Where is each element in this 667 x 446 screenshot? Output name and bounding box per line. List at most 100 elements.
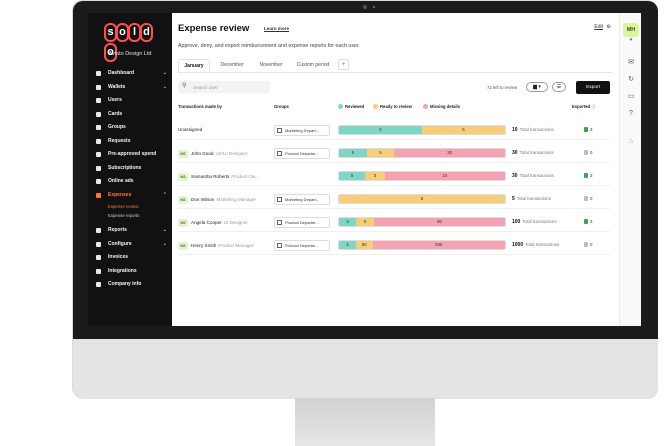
building-icon xyxy=(277,151,282,156)
exported-cell[interactable]: 0 xyxy=(584,150,592,156)
add-tab-button[interactable]: + xyxy=(338,59,349,70)
review-status-bar[interactable]: 4 50 946 xyxy=(338,240,506,250)
exported-cell[interactable]: 3 xyxy=(584,219,593,225)
sidebar-item-groups[interactable]: Groups xyxy=(88,121,172,135)
tab-custom-period[interactable]: Custom period xyxy=(292,59,334,72)
settings-sliders-icon[interactable]: ⚙ xyxy=(607,24,611,30)
export-file-icon xyxy=(584,127,588,133)
sidebar-item-users[interactable]: Users xyxy=(88,94,172,108)
group-chip[interactable]: Marketing Depart... xyxy=(274,194,330,205)
sidebar-item-wallets[interactable]: Wallets ⌄ xyxy=(88,81,172,95)
table-row[interactable]: NS Angela Cooper UI Designer Product Depart… xyxy=(178,212,610,232)
user-name: Henry Smith xyxy=(191,243,217,249)
sidebar-item-online-ads[interactable]: Online ads xyxy=(88,175,172,189)
table-row[interactable]: Unassigned Marketing Depart... 5 5 10 Total t… xyxy=(178,120,610,140)
user-initials-badge: NS xyxy=(178,173,188,181)
review-status-bar[interactable]: 5 xyxy=(338,194,506,204)
sidebar-item-cards[interactable]: Cards xyxy=(88,108,172,122)
sidebar-subitem-expense-reports[interactable]: Expense reports xyxy=(88,211,172,220)
sidebar-item-reports[interactable]: Reports ⌄ xyxy=(88,224,172,238)
export-file-icon xyxy=(584,196,588,202)
review-status-bar[interactable]: 5 5 90 xyxy=(338,217,506,227)
learn-more-link[interactable]: Learn more xyxy=(264,26,289,31)
sidebar-item-configure[interactable]: Configure ⌄ xyxy=(88,238,172,252)
table-header: Transactions made by Groups Reviewed Rea… xyxy=(178,102,610,111)
right-rail: MH ▾ ✉ ↻ ▭ ? ⌂ xyxy=(619,13,641,326)
user-name: John Good xyxy=(191,151,214,157)
info-icon[interactable]: ⓘ xyxy=(591,104,595,109)
exported-cell[interactable]: 3 xyxy=(584,127,592,133)
group-name: Marketing Depart... xyxy=(285,128,320,133)
sidebar-item-company-info[interactable]: Company info xyxy=(88,278,172,292)
filter-button[interactable]: ☰ xyxy=(552,82,566,92)
sidebar-item-pre-approved-spend[interactable]: Pre-approved spend xyxy=(88,148,172,162)
soldo-logo[interactable]: s o l do xyxy=(104,22,156,62)
sidebar-nav: Dashboard ⌄ Wallets ⌄ Users Cards Groups Reques… xyxy=(88,67,172,292)
table-row[interactable]: NS John Good UX/UI Designer Product Departm… xyxy=(178,143,610,163)
mail-icon[interactable]: ✉ xyxy=(620,58,641,66)
search-icon: ⚲ xyxy=(182,83,187,89)
refresh-icon[interactable]: ↻ xyxy=(620,75,641,83)
sidebar-item-integrations[interactable]: Integrations xyxy=(88,265,172,279)
configure-icon xyxy=(96,241,101,247)
exported-cell[interactable]: 0 xyxy=(584,242,592,248)
online-ads-icon xyxy=(96,179,101,184)
chevron-up-icon: ⌃ xyxy=(162,191,167,198)
review-status-bar[interactable]: 55 xyxy=(338,125,506,135)
user-role: UX/UI Designer xyxy=(215,151,248,157)
total-label: Total transactions xyxy=(519,173,554,178)
avatar[interactable]: MH xyxy=(623,23,639,37)
group-name: Marketing Depart... xyxy=(285,197,320,202)
sidebar-item-expenses[interactable]: Expenses ⌃ xyxy=(88,189,172,203)
total-count: 30 xyxy=(512,150,518,156)
stage: s o l do Aviato Design Ltd Dashboard ⌄ Wallet… xyxy=(0,0,667,446)
exported-cell[interactable]: 0 xyxy=(584,196,592,202)
page-title: Expense review xyxy=(178,23,250,34)
search-input[interactable] xyxy=(193,81,267,93)
segment-missing: 20 xyxy=(394,149,505,157)
sidebar-subitem-expense-review[interactable]: Expense review xyxy=(88,202,172,211)
edit-link[interactable]: Edit xyxy=(594,24,603,30)
chat-icon[interactable]: ▭ xyxy=(620,92,641,100)
tab-november[interactable]: November xyxy=(254,59,288,72)
bank-icon[interactable]: ⌂ xyxy=(620,138,641,145)
review-status-bar[interactable]: 5 3 23 xyxy=(338,171,506,181)
chevron-down-icon[interactable]: ▾ xyxy=(620,37,641,43)
total-transactions: 30 Total transactions xyxy=(512,150,554,156)
integrations-icon xyxy=(96,268,101,274)
group-chip[interactable]: Product Departm... xyxy=(274,148,330,159)
tab-december[interactable]: December xyxy=(214,59,250,72)
tab-january[interactable]: January xyxy=(178,59,210,72)
export-file-icon xyxy=(584,173,588,179)
exported-count: 3 xyxy=(590,219,593,224)
expenses-icon xyxy=(96,192,101,198)
total-transactions: 10 Total transactions xyxy=(512,127,554,133)
sidebar-item-dashboard[interactable]: Dashboard ⌄ xyxy=(88,67,172,81)
segment-ready: 5 xyxy=(366,149,395,157)
sidebar-item-requests[interactable]: Requests xyxy=(88,135,172,149)
group-chip[interactable]: Marketing Depart... xyxy=(274,125,330,136)
group-chip[interactable]: Product Departm... xyxy=(274,217,330,228)
help-icon[interactable]: ? xyxy=(620,110,641,117)
user-role: UI Designer xyxy=(223,220,248,226)
view-toggle-button[interactable]: ▆ ▾ xyxy=(526,82,548,92)
legend-missing: Missing details xyxy=(423,104,460,110)
sidebar-item-invoices[interactable]: Invoices xyxy=(88,251,172,265)
group-chip[interactable]: Product Departm... xyxy=(274,240,330,251)
sidebar-item-subscriptions[interactable]: Subscriptions xyxy=(88,162,172,176)
dashboard-icon xyxy=(96,71,101,76)
export-button[interactable]: Export xyxy=(576,81,610,94)
company-name[interactable]: Aviato Design Ltd xyxy=(88,51,172,57)
page-subtitle: Approve, deny, and export reimbursement … xyxy=(178,43,360,49)
building-icon xyxy=(277,128,282,133)
review-status-bar[interactable]: 5 5 20 xyxy=(338,148,506,158)
total-label: Total transactions xyxy=(519,127,554,132)
total-transactions: 1000 Total transactions xyxy=(512,242,559,248)
app-screen: s o l do Aviato Design Ltd Dashboard ⌄ Wallet… xyxy=(88,13,641,326)
exported-cell[interactable]: 3 xyxy=(584,173,592,179)
table-row[interactable]: NS Henry Smith Product Manager Product Depa… xyxy=(178,235,610,255)
table-row[interactable]: NS Don Wilson Marketing Manager Marketing D… xyxy=(178,189,610,209)
table-row[interactable]: NS Samantha Roberts Product Ow... 5 3 23 30 Tot… xyxy=(178,166,610,186)
chevron-down-icon: ⌄ xyxy=(162,70,167,76)
user-cell: NS Angela Cooper UI Designer xyxy=(178,219,248,227)
